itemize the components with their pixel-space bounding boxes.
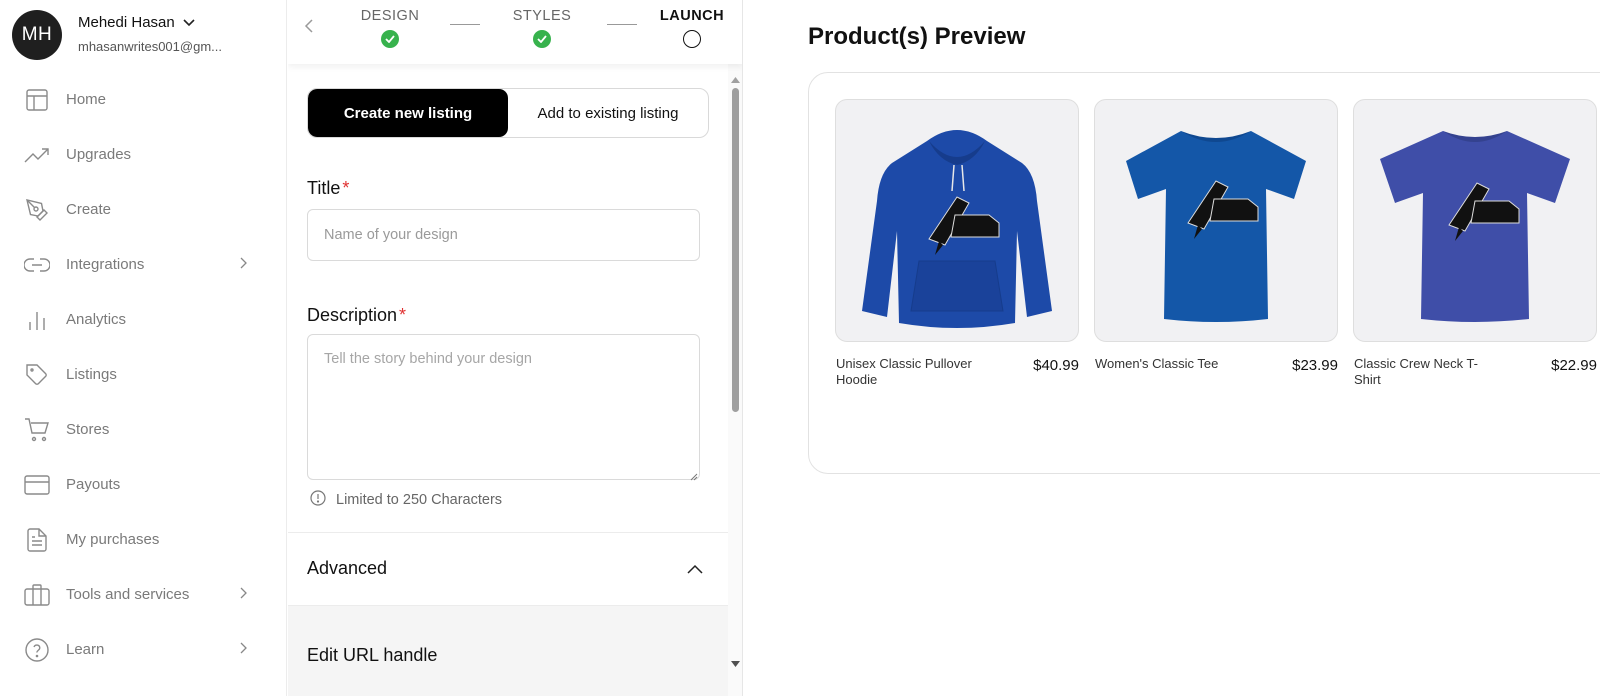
profile-name[interactable]: Mehedi Hasan bbox=[78, 14, 195, 31]
scrollbar-thumb[interactable] bbox=[732, 88, 739, 412]
chevron-down-icon[interactable] bbox=[183, 14, 195, 31]
sidebar-item-label: Listings bbox=[66, 366, 117, 383]
step-launch[interactable]: LAUNCH bbox=[652, 8, 732, 48]
required-marker: * bbox=[342, 178, 350, 198]
sidebar-item-label: Upgrades bbox=[66, 146, 132, 163]
check-circle-icon bbox=[533, 30, 551, 48]
profile-email: mhasanwrites001@gm... bbox=[78, 39, 222, 54]
step-design[interactable]: DESIGN bbox=[350, 8, 430, 48]
sidebar-item-analytics[interactable]: Analytics bbox=[0, 292, 287, 347]
sidebar-item-label: Integrations bbox=[66, 256, 145, 273]
advanced-section-toggle[interactable]: Advanced bbox=[288, 532, 728, 606]
back-arrow-icon[interactable] bbox=[304, 18, 314, 39]
product-image-womens-tee[interactable] bbox=[1094, 99, 1338, 342]
avatar[interactable]: MH bbox=[12, 10, 62, 60]
step-styles[interactable]: STYLES bbox=[502, 8, 582, 48]
sidebar-item-upgrades[interactable]: Upgrades bbox=[0, 127, 287, 182]
sidebar-item-label: Tools and services bbox=[66, 586, 190, 603]
preview-title: Product(s) Preview bbox=[808, 23, 1026, 50]
product-price: $40.99 bbox=[1033, 357, 1079, 374]
listing-mode-toggle: Create new listing Add to existing listi… bbox=[307, 88, 709, 138]
profile-menu[interactable]: MH Mehedi Hasan mhasanwrites001@gm... bbox=[12, 10, 282, 60]
sidebar-item-label: My purchases bbox=[66, 531, 160, 548]
layout-icon bbox=[24, 87, 50, 113]
sidebar-item-learn[interactable]: Learn bbox=[0, 622, 287, 677]
profile-name-text: Mehedi Hasan bbox=[78, 14, 175, 31]
sidebar-nav: Home Upgrades Create Integrations Analyt… bbox=[0, 72, 287, 677]
product-name: Unisex Classic Pullover Hoodie bbox=[836, 356, 972, 387]
chevron-right-icon bbox=[240, 641, 247, 659]
pen-tool-icon bbox=[24, 197, 50, 223]
sidebar-item-home[interactable]: Home bbox=[0, 72, 287, 127]
cart-icon bbox=[24, 417, 50, 443]
description-label-text: Description bbox=[307, 305, 398, 325]
empty-circle-icon bbox=[683, 30, 701, 48]
description-textarea[interactable] bbox=[307, 334, 700, 480]
title-input[interactable] bbox=[307, 209, 700, 261]
edit-url-section: Edit URL handle bbox=[288, 606, 728, 696]
sidebar-item-label: Payouts bbox=[66, 476, 121, 493]
step-divider bbox=[450, 24, 480, 25]
step-label: STYLES bbox=[512, 8, 572, 24]
sidebar: MH Mehedi Hasan mhasanwrites001@gm... Ho… bbox=[0, 0, 287, 696]
help-circle-icon bbox=[24, 637, 50, 663]
edit-url-title: Edit URL handle bbox=[307, 645, 438, 665]
product-card[interactable]: Classic Crew Neck T-Shirt $22.99 bbox=[1353, 99, 1597, 387]
product-price: $22.99 bbox=[1551, 357, 1597, 374]
step-label: LAUNCH bbox=[659, 8, 725, 24]
required-marker: * bbox=[399, 305, 407, 325]
title-label: Title * bbox=[307, 178, 349, 199]
description-label: Description * bbox=[307, 305, 406, 326]
trending-up-icon bbox=[24, 142, 50, 168]
product-preview-card: Unisex Classic Pullover Hoodie $40.99 Wo… bbox=[808, 72, 1600, 474]
scroll-up-arrow-icon[interactable] bbox=[731, 70, 740, 88]
product-image-crew-neck-tee[interactable] bbox=[1353, 99, 1597, 342]
document-icon bbox=[24, 527, 50, 553]
character-limit-text: Limited to 250 Characters bbox=[336, 492, 503, 508]
chevron-up-icon[interactable] bbox=[687, 561, 703, 579]
sidebar-item-tools-and-services[interactable]: Tools and services bbox=[0, 567, 287, 622]
sidebar-item-label: Create bbox=[66, 201, 112, 218]
step-divider bbox=[607, 24, 637, 25]
bar-chart-icon bbox=[24, 307, 50, 333]
scroll-down-arrow-icon[interactable] bbox=[731, 654, 740, 672]
product-card[interactable]: Women's Classic Tee $23.99 bbox=[1094, 99, 1338, 374]
listing-editor-panel: DESIGN STYLES LAUNCH Create new listing bbox=[288, 0, 743, 696]
step-label: DESIGN bbox=[360, 8, 420, 24]
resize-grip-icon[interactable] bbox=[690, 468, 698, 486]
product-name: Women's Classic Tee bbox=[1095, 356, 1219, 371]
sidebar-item-create[interactable]: Create bbox=[0, 182, 287, 237]
check-circle-icon bbox=[381, 30, 399, 48]
chevron-right-icon bbox=[240, 586, 247, 604]
add-to-existing-listing-button[interactable]: Add to existing listing bbox=[508, 89, 708, 137]
listing-form: Create new listing Add to existing listi… bbox=[288, 64, 728, 696]
link-icon bbox=[24, 252, 50, 278]
form-scrollbar[interactable] bbox=[728, 64, 742, 696]
sidebar-item-stores[interactable]: Stores bbox=[0, 402, 287, 457]
chevron-right-icon bbox=[240, 256, 247, 274]
sidebar-item-payouts[interactable]: Payouts bbox=[0, 457, 287, 512]
product-image-hoodie[interactable] bbox=[835, 99, 1079, 342]
info-icon bbox=[310, 490, 326, 510]
advanced-title: Advanced bbox=[307, 558, 388, 578]
sidebar-item-listings[interactable]: Listings bbox=[0, 347, 287, 402]
sidebar-item-integrations[interactable]: Integrations bbox=[0, 237, 287, 292]
sidebar-item-my-purchases[interactable]: My purchases bbox=[0, 512, 287, 567]
briefcase-icon bbox=[24, 582, 50, 608]
sidebar-item-label: Analytics bbox=[66, 311, 127, 328]
progress-stepper: DESIGN STYLES LAUNCH bbox=[288, 0, 742, 64]
title-label-text: Title bbox=[307, 178, 341, 198]
sidebar-item-label: Stores bbox=[66, 421, 110, 438]
sidebar-item-label: Learn bbox=[66, 641, 105, 658]
tag-icon bbox=[24, 362, 50, 388]
product-price: $23.99 bbox=[1292, 357, 1338, 374]
product-name: Classic Crew Neck T-Shirt bbox=[1354, 356, 1479, 387]
product-card[interactable]: Unisex Classic Pullover Hoodie $40.99 bbox=[835, 99, 1079, 387]
character-limit-hint: Limited to 250 Characters bbox=[310, 490, 502, 510]
credit-card-icon bbox=[24, 472, 50, 498]
create-new-listing-button[interactable]: Create new listing bbox=[308, 89, 508, 137]
sidebar-item-label: Home bbox=[66, 91, 107, 108]
